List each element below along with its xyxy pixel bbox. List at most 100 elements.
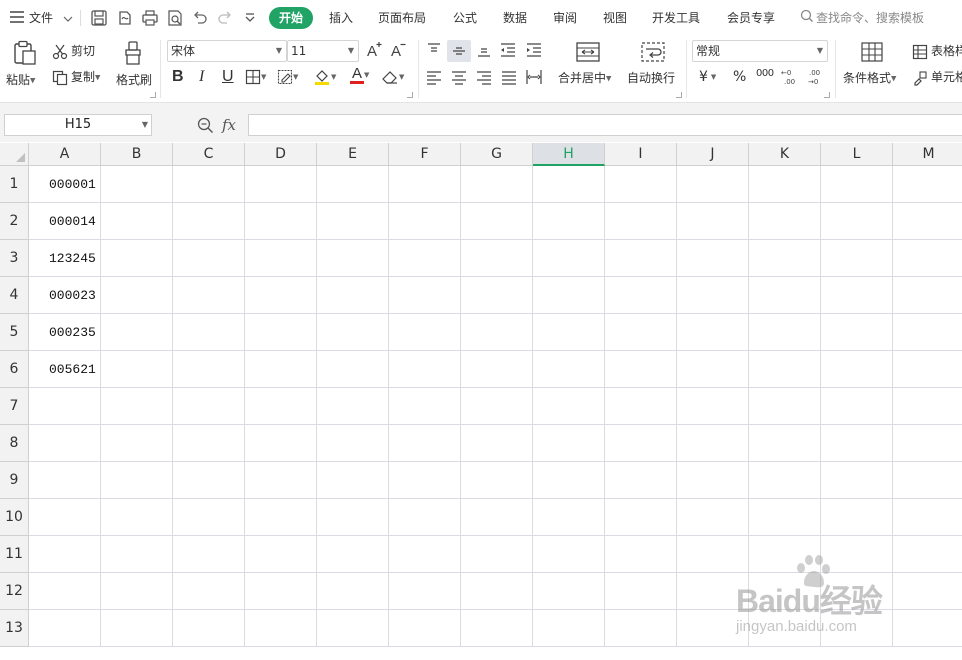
cell-d2[interactable] [245,203,317,240]
cell-k7[interactable] [749,388,821,425]
cell-g4[interactable] [461,277,533,314]
cell-m8[interactable] [893,425,962,462]
cell-e13[interactable] [317,610,389,647]
cell-f4[interactable] [389,277,461,314]
cell-l1[interactable] [821,166,893,203]
number-format-select[interactable]: 常规 ▼ [692,40,828,62]
cell-b8[interactable] [101,425,173,462]
cell-b3[interactable] [101,240,173,277]
cell-h7[interactable] [533,388,605,425]
cell-f9[interactable] [389,462,461,499]
cell-e7[interactable] [317,388,389,425]
formula-input[interactable] [248,114,962,136]
thousands-separator-button[interactable]: 000 [756,68,774,79]
cell-j4[interactable] [677,277,749,314]
cell-b4[interactable] [101,277,173,314]
justify-button[interactable] [499,67,519,87]
column-header-b[interactable]: B [101,143,173,166]
cell-l10[interactable] [821,499,893,536]
cell-k2[interactable] [749,203,821,240]
decrease-font-button[interactable]: A [390,41,408,59]
clipboard-launcher-icon[interactable] [150,92,156,98]
cell-d3[interactable] [245,240,317,277]
cell-i4[interactable] [605,277,677,314]
row-header-7[interactable]: 7 [0,388,29,425]
cell-a1[interactable]: 000001 [29,166,101,203]
cell-k13[interactable] [749,610,821,647]
command-search[interactable]: 查找命令、搜索模板 [800,0,924,36]
cell-d8[interactable] [245,425,317,462]
cell-h6[interactable] [533,351,605,388]
increase-decimal-button[interactable]: ←0.00 [781,67,801,87]
cell-c8[interactable] [173,425,245,462]
borders-button[interactable]: ▼ [245,69,266,85]
tab-formulas[interactable]: 公式 [453,0,477,36]
cell-k4[interactable] [749,277,821,314]
fill-color-button[interactable]: ▼ [313,68,336,86]
cell-m5[interactable] [893,314,962,351]
cell-c7[interactable] [173,388,245,425]
cell-g1[interactable] [461,166,533,203]
cell-c11[interactable] [173,536,245,573]
alignment-launcher-icon[interactable] [676,92,682,98]
cell-j5[interactable] [677,314,749,351]
decrease-indent-button[interactable] [498,40,518,60]
cell-m10[interactable] [893,499,962,536]
paste-button[interactable]: 粘贴▼ [6,40,40,98]
cell-d12[interactable] [245,573,317,610]
merge-center-button[interactable]: 合并居中▼ [558,40,618,98]
cell-b7[interactable] [101,388,173,425]
cell-i12[interactable] [605,573,677,610]
cell-h10[interactable] [533,499,605,536]
cell-i7[interactable] [605,388,677,425]
cell-c4[interactable] [173,277,245,314]
cell-m1[interactable] [893,166,962,203]
cell-h4[interactable] [533,277,605,314]
copy-button[interactable]: 复制▼ [52,68,100,86]
column-header-c[interactable]: C [173,143,245,166]
cell-a2[interactable]: 000014 [29,203,101,240]
cell-l2[interactable] [821,203,893,240]
cell-f8[interactable] [389,425,461,462]
row-header-3[interactable]: 3 [0,240,29,277]
cell-b5[interactable] [101,314,173,351]
column-header-l[interactable]: L [821,143,893,166]
cell-j11[interactable] [677,536,749,573]
cell-j13[interactable] [677,610,749,647]
cell-l9[interactable] [821,462,893,499]
distributed-align-button[interactable] [524,67,544,87]
tab-member[interactable]: 会员专享 [727,0,775,36]
cell-e6[interactable] [317,351,389,388]
print-preview-icon[interactable] [166,9,184,27]
undo-icon[interactable] [191,9,209,27]
cell-d5[interactable] [245,314,317,351]
cell-j7[interactable] [677,388,749,425]
cell-g9[interactable] [461,462,533,499]
tab-review[interactable]: 审阅 [553,0,577,36]
row-header-11[interactable]: 11 [0,536,29,573]
align-middle-button[interactable] [447,40,471,62]
align-left-button[interactable] [424,67,444,87]
select-all-button[interactable] [0,143,29,166]
cell-b13[interactable] [101,610,173,647]
cell-l3[interactable] [821,240,893,277]
cell-l12[interactable] [821,573,893,610]
cell-i3[interactable] [605,240,677,277]
cell-b9[interactable] [101,462,173,499]
cell-e4[interactable] [317,277,389,314]
cell-j3[interactable] [677,240,749,277]
cell-j9[interactable] [677,462,749,499]
cell-m9[interactable] [893,462,962,499]
increase-indent-button[interactable] [524,40,544,60]
cell-l5[interactable] [821,314,893,351]
cell-a9[interactable] [29,462,101,499]
tab-home[interactable]: 开始 [269,7,313,29]
cell-d6[interactable] [245,351,317,388]
cell-h9[interactable] [533,462,605,499]
cell-l6[interactable] [821,351,893,388]
cell-d7[interactable] [245,388,317,425]
cell-e10[interactable] [317,499,389,536]
cell-f12[interactable] [389,573,461,610]
tab-view[interactable]: 视图 [603,0,627,36]
cell-c9[interactable] [173,462,245,499]
